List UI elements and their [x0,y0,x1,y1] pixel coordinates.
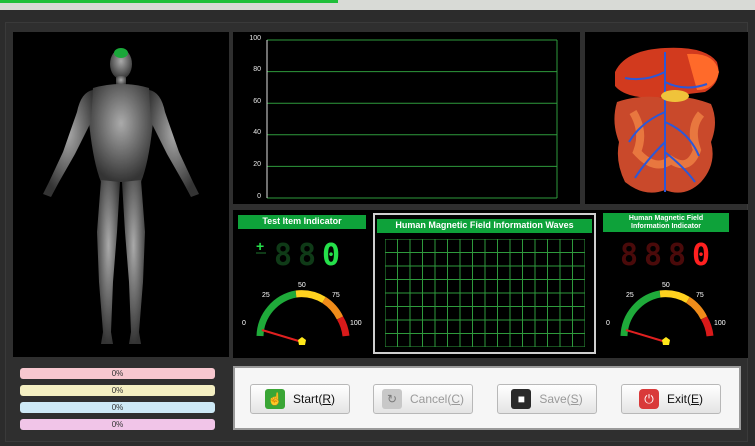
waves-panel: Human Magnetic Field Information Waves [373,213,596,354]
head-highlight [114,48,128,58]
cancel-button-label: Cancel(C) [409,392,465,406]
gauge-label: 25 [262,292,270,299]
gauge-pivot [662,337,670,345]
start-button-label: Start(R) [292,392,335,406]
cancel-button[interactable]: ↻ Cancel(C) [373,384,473,414]
gauge-label: 75 [332,292,340,299]
digit: 8 [644,238,663,273]
chart-y-tick: 100 [249,35,261,42]
body-scan-panel [13,32,229,357]
chart-grid [267,39,558,199]
save-button[interactable]: ■ Save(S) [497,384,597,414]
chart-y-tick: 80 [253,66,261,73]
measurement-chart-panel: 100 80 60 40 20 0 [233,32,580,204]
start-button[interactable]: ☝ Start(R) [250,384,350,414]
exit-button[interactable]: ⏻ Exit(E) [621,384,721,414]
gauge-label: 25 [626,292,634,299]
chart-y-tick: 20 [253,161,261,168]
test-item-indicator-title: Test Item Indicator [238,215,366,229]
floppy-disk-icon: ■ [511,389,532,409]
field-indicator-title: Human Magnetic Field Information Indicat… [603,213,729,232]
digit: 0 [692,238,711,273]
human-body-figure [43,48,199,344]
progress-bar: 0% [20,419,215,430]
digit: 8 [620,238,639,273]
gauge-label: 0 [606,320,610,327]
field-gauge: 0 25 50 75 100 [604,282,730,350]
title-bar-accent [0,0,338,3]
gauge-label: 0 [242,320,246,327]
gauge-pivot [298,337,306,345]
chart-y-tick: 0 [257,193,261,200]
chart-y-tick: 40 [253,129,261,136]
digit: 0 [322,238,341,273]
gauge-label: 75 [696,292,704,299]
gauge-label: 100 [350,320,362,327]
gauge-label: 50 [662,282,670,289]
gauge-dial [620,290,714,345]
gauge-label: 50 [298,282,306,289]
digit: 8 [298,238,317,273]
field-digital-display: 8 8 8 0 [620,240,720,272]
organ-image-panel [585,32,748,204]
minus-indicator [256,252,266,254]
progress-bar: 0% [20,402,215,413]
thumbs-up-icon: ☝ [264,389,285,409]
gauge-needle [261,329,303,343]
progress-bar: 0% [20,385,215,396]
waves-grid [385,239,585,347]
test-item-gauge: 0 25 50 75 100 [240,282,366,350]
field-indicator-title-line1: Human Magnetic Field [628,215,704,222]
title-bar [0,0,755,10]
digit: 8 [274,238,293,273]
digestive-organs-image [614,47,719,193]
exit-button-label: Exit(E) [666,392,703,406]
gauge-needle [625,329,667,343]
waves-title: Human Magnetic Field Information Waves [377,219,592,233]
power-icon: ⏻ [638,389,659,409]
chart-y-tick: 60 [253,98,261,105]
refresh-icon: ↻ [381,389,402,409]
measurement-chart [266,39,558,199]
test-item-digital-display: + 8 8 0 [256,238,366,273]
digit: 8 [668,238,687,273]
gauge-label: 100 [714,320,726,327]
progress-bar: 0% [20,368,215,379]
field-indicator-title-line2: Information Indicator [631,223,701,230]
save-button-label: Save(S) [539,392,583,406]
gauge-dial [256,290,350,345]
